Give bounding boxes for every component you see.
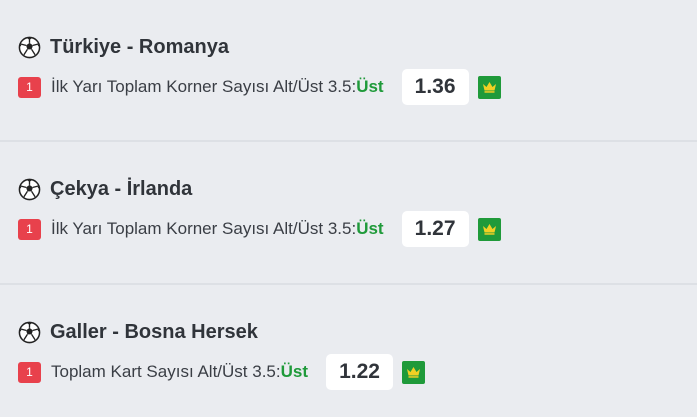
count-badge: 1 (18, 76, 41, 98)
bet-pick-label: Üst (356, 219, 384, 238)
bet-market-label: Toplam Kart Sayısı Alt/Üst 3.5: (51, 362, 281, 381)
match-card: Galler - Bosna Hersek 1 Toplam Kart Sayı… (0, 285, 697, 417)
bet-row: 1 İlk Yarı Toplam Korner Sayısı Alt/Üst … (18, 211, 501, 247)
bet-slip-list: Türkiye - Romanya 1 İlk Yarı Toplam Korn… (0, 0, 697, 417)
match-header: Galler - Bosna Hersek (18, 317, 258, 347)
bet-pick-label: Üst (280, 362, 308, 381)
soccer-ball-icon (18, 321, 41, 344)
soccer-ball-icon (18, 178, 41, 201)
match-title[interactable]: Türkiye - Romanya (50, 36, 229, 59)
odds-button[interactable]: 1.22 (326, 354, 393, 390)
odds-button[interactable]: 1.36 (401, 69, 469, 105)
bet-row: 1 İlk Yarı Toplam Korner Sayısı Alt/Üst … (18, 69, 501, 105)
crown-icon[interactable] (402, 360, 425, 384)
soccer-ball-icon (18, 36, 41, 59)
count-badge: 1 (18, 361, 41, 383)
crown-icon[interactable] (477, 217, 501, 241)
count-badge: 1 (18, 218, 41, 240)
bet-market-label: İlk Yarı Toplam Korner Sayısı Alt/Üst 3.… (51, 219, 357, 238)
match-card: Çekya - İrlanda 1 İlk Yarı Toplam Korner… (0, 142, 697, 282)
odds-button[interactable]: 1.27 (401, 211, 469, 247)
bet-row: 1 Toplam Kart Sayısı Alt/Üst 3.5: Üst 1.… (18, 354, 425, 390)
match-header: Türkiye - Romanya (18, 32, 229, 62)
match-card: Türkiye - Romanya 1 İlk Yarı Toplam Korn… (0, 0, 697, 140)
match-title[interactable]: Çekya - İrlanda (50, 178, 192, 201)
bet-pick-label: Üst (356, 77, 384, 96)
match-header: Çekya - İrlanda (18, 174, 192, 204)
crown-icon[interactable] (477, 75, 501, 99)
bet-market-label: İlk Yarı Toplam Korner Sayısı Alt/Üst 3.… (51, 77, 357, 96)
match-title[interactable]: Galler - Bosna Hersek (50, 321, 258, 344)
